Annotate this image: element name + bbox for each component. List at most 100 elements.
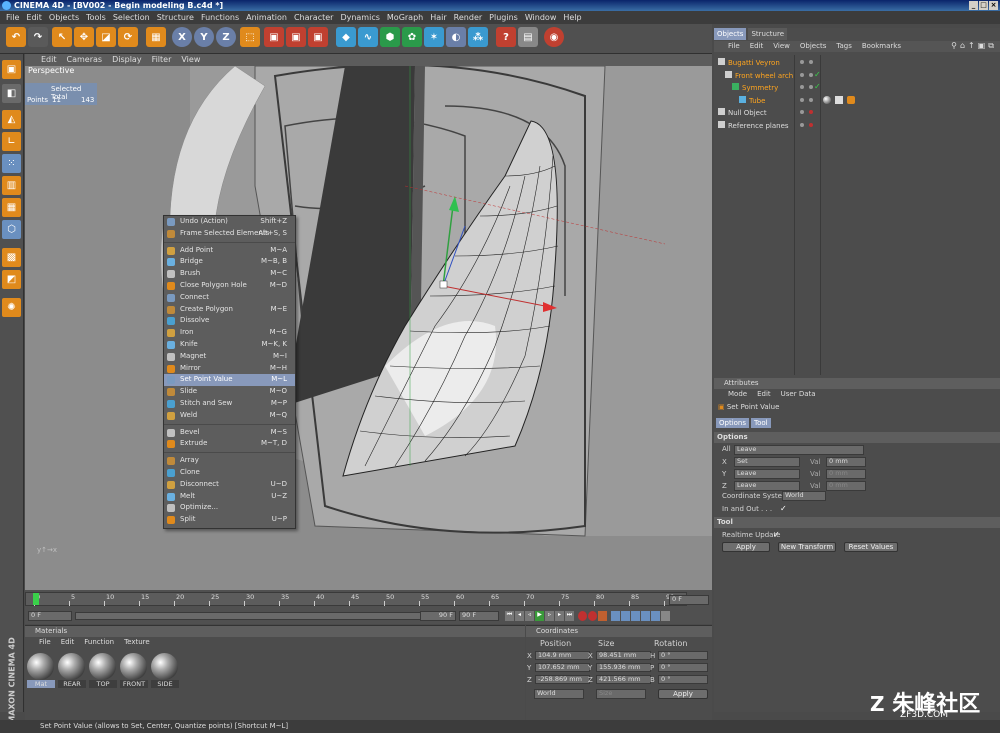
context-menu-item-slide[interactable]: Slide M~O bbox=[164, 386, 295, 398]
coord-rotation-field[interactable]: 0 ° bbox=[658, 651, 708, 660]
context-menu-item-magnet[interactable]: Magnet M~I bbox=[164, 351, 295, 363]
materials-menu-texture[interactable]: Texture bbox=[124, 637, 150, 648]
scale-key-icon[interactable] bbox=[621, 611, 630, 621]
coord-mode-select[interactable]: World bbox=[534, 689, 584, 699]
context-menu-item-create-polygon[interactable]: Create Polygon M~E bbox=[164, 304, 295, 316]
use-axis-tool-icon[interactable]: ∟ bbox=[2, 132, 21, 151]
material-label[interactable]: Mat bbox=[27, 680, 55, 688]
autokey-icon[interactable] bbox=[588, 611, 597, 621]
texture-mode-icon[interactable]: ▩ bbox=[2, 248, 21, 267]
axis-value-field[interactable]: 0 mm bbox=[826, 457, 866, 467]
current-frame-field[interactable]: 0 F bbox=[669, 595, 709, 605]
render-dot-icon[interactable] bbox=[809, 97, 813, 102]
rotate-tool-icon[interactable]: ⟳ bbox=[118, 27, 138, 47]
coord-rotation-field[interactable]: 0 ° bbox=[658, 675, 708, 684]
render-dot-icon[interactable] bbox=[809, 110, 813, 114]
menu-mograph[interactable]: MoGraph bbox=[387, 11, 423, 24]
realtime-update-checkbox[interactable]: ✓ bbox=[773, 530, 780, 539]
use-object-tool-icon[interactable]: ◧ bbox=[2, 84, 21, 103]
render-dot-icon[interactable] bbox=[809, 72, 813, 77]
preview-range-bar[interactable] bbox=[75, 612, 455, 620]
materials-menu-function[interactable]: Function bbox=[84, 637, 114, 648]
next-frame-icon[interactable]: ▹ bbox=[545, 611, 554, 621]
coord-size-field[interactable]: 98.451 mm bbox=[596, 651, 651, 660]
keyframe-selection-icon[interactable] bbox=[598, 611, 607, 621]
objects-menu-bookmarks[interactable]: Bookmarks bbox=[862, 41, 901, 52]
coordinate-system-select[interactable]: World bbox=[782, 491, 826, 501]
max-frame-field[interactable]: 90 F bbox=[459, 611, 499, 621]
material-ball-mat[interactable] bbox=[27, 653, 54, 680]
up-arrow-icon[interactable]: ↑ bbox=[968, 41, 975, 51]
goto-end-icon[interactable]: ⏭ bbox=[565, 611, 574, 621]
coord-apply-button[interactable]: Apply bbox=[658, 689, 708, 699]
tab-options[interactable]: Options bbox=[716, 418, 750, 428]
light-icon[interactable]: ⁂ bbox=[468, 27, 488, 47]
texture-tag-icon[interactable] bbox=[835, 95, 843, 104]
context-menu-item-frame-selected-elements[interactable]: Frame Selected Elements Alt+S, S bbox=[164, 228, 295, 240]
material-ball-rear[interactable] bbox=[58, 653, 85, 680]
recent-tools-icon[interactable]: ▦ bbox=[146, 27, 166, 47]
tab-objects[interactable]: Objects bbox=[714, 28, 747, 40]
coord-size-field[interactable]: 421.566 mm bbox=[596, 675, 651, 684]
prev-frame-icon[interactable]: ◃ bbox=[525, 611, 534, 621]
reset-values-button[interactable]: Reset Values bbox=[844, 542, 898, 552]
menu-help[interactable]: Help bbox=[563, 11, 581, 24]
search-icon[interactable]: ⚲ bbox=[951, 41, 957, 51]
materials-menu-edit[interactable]: Edit bbox=[61, 637, 75, 648]
render-settings-icon[interactable]: ▣ bbox=[308, 27, 328, 47]
object-item-bugatti-veyron[interactable]: Bugatti Veyron bbox=[718, 57, 780, 69]
3d-viewport[interactable]: Perspective Selected Total Points 11 143… bbox=[25, 66, 712, 590]
menu-hair[interactable]: Hair bbox=[430, 11, 446, 24]
menu-selection[interactable]: Selection bbox=[113, 11, 150, 24]
play-icon[interactable]: ▶ bbox=[535, 611, 544, 621]
context-menu-item-dissolve[interactable]: Dissolve bbox=[164, 315, 295, 327]
menu-file[interactable]: File bbox=[6, 11, 19, 24]
menu-tools[interactable]: Tools bbox=[86, 11, 106, 24]
coord-position-field[interactable]: 107.652 mm bbox=[535, 663, 590, 672]
viewport-menu-cameras[interactable]: Cameras bbox=[67, 54, 103, 66]
x-axis-lock-icon[interactable]: X bbox=[172, 27, 192, 47]
axis-value-field[interactable]: 0 mm bbox=[826, 469, 866, 479]
context-menu-item-add-point[interactable]: Add Point M~A bbox=[164, 245, 295, 257]
close-button[interactable]: × bbox=[989, 1, 998, 10]
render-view-icon[interactable]: ▣ bbox=[264, 27, 284, 47]
next-key-icon[interactable]: ▸ bbox=[555, 611, 564, 621]
lock-icon[interactable]: ▣ bbox=[978, 41, 986, 51]
nurbs-icon[interactable]: ⬢ bbox=[380, 27, 400, 47]
viewport-menu-filter[interactable]: Filter bbox=[152, 54, 172, 66]
menu-dynamics[interactable]: Dynamics bbox=[340, 11, 379, 24]
menu-window[interactable]: Window bbox=[525, 11, 557, 24]
deformer-icon[interactable]: ✶ bbox=[424, 27, 444, 47]
array-icon[interactable]: ✿ bbox=[402, 27, 422, 47]
prev-key-icon[interactable]: ◂ bbox=[515, 611, 524, 621]
material-label[interactable]: REAR bbox=[58, 680, 86, 688]
menu-functions[interactable]: Functions bbox=[201, 11, 239, 24]
menu-objects[interactable]: Objects bbox=[49, 11, 79, 24]
context-menu-item-undo-action[interactable]: Undo (Action) Shift+Z bbox=[164, 216, 295, 228]
render-dot-icon[interactable] bbox=[809, 122, 813, 127]
render-dot-icon[interactable] bbox=[809, 85, 813, 89]
attributes-menu-user-data[interactable]: User Data bbox=[781, 389, 816, 400]
visibility-dot-icon[interactable] bbox=[800, 110, 804, 114]
menu-structure[interactable]: Structure bbox=[157, 11, 194, 24]
context-menu-item-clone[interactable]: Clone bbox=[164, 467, 295, 479]
axis-mode-select[interactable]: Set bbox=[734, 457, 800, 467]
tweak-mode-icon[interactable]: ⬡ bbox=[2, 220, 21, 239]
axis-mode-select[interactable]: Leave bbox=[734, 469, 800, 479]
new-window-icon[interactable]: ⧉ bbox=[988, 41, 994, 51]
all-mode-select[interactable]: Leave bbox=[734, 445, 864, 455]
viewport-menu-view[interactable]: View bbox=[181, 54, 200, 66]
material-label[interactable]: FRONT bbox=[120, 680, 148, 688]
context-menu-item-mirror[interactable]: Mirror M~H bbox=[164, 363, 295, 375]
position-key-icon[interactable] bbox=[611, 611, 620, 621]
selection-tag-icon[interactable] bbox=[847, 95, 855, 104]
y-axis-lock-icon[interactable]: Y bbox=[194, 27, 214, 47]
minimize-button[interactable]: _ bbox=[969, 1, 978, 10]
sculpt-icon[interactable]: ✺ bbox=[2, 298, 21, 317]
timeline-ruler[interactable]: 051015202530354045505560657075808590 bbox=[25, 592, 687, 606]
help-icon[interactable]: ? bbox=[496, 27, 516, 47]
end-preview-field[interactable]: 90 F bbox=[420, 611, 456, 621]
move-tool-icon[interactable]: ✥ bbox=[74, 27, 94, 47]
material-label[interactable]: SIDE bbox=[151, 680, 179, 688]
menu-plugins[interactable]: Plugins bbox=[489, 11, 518, 24]
